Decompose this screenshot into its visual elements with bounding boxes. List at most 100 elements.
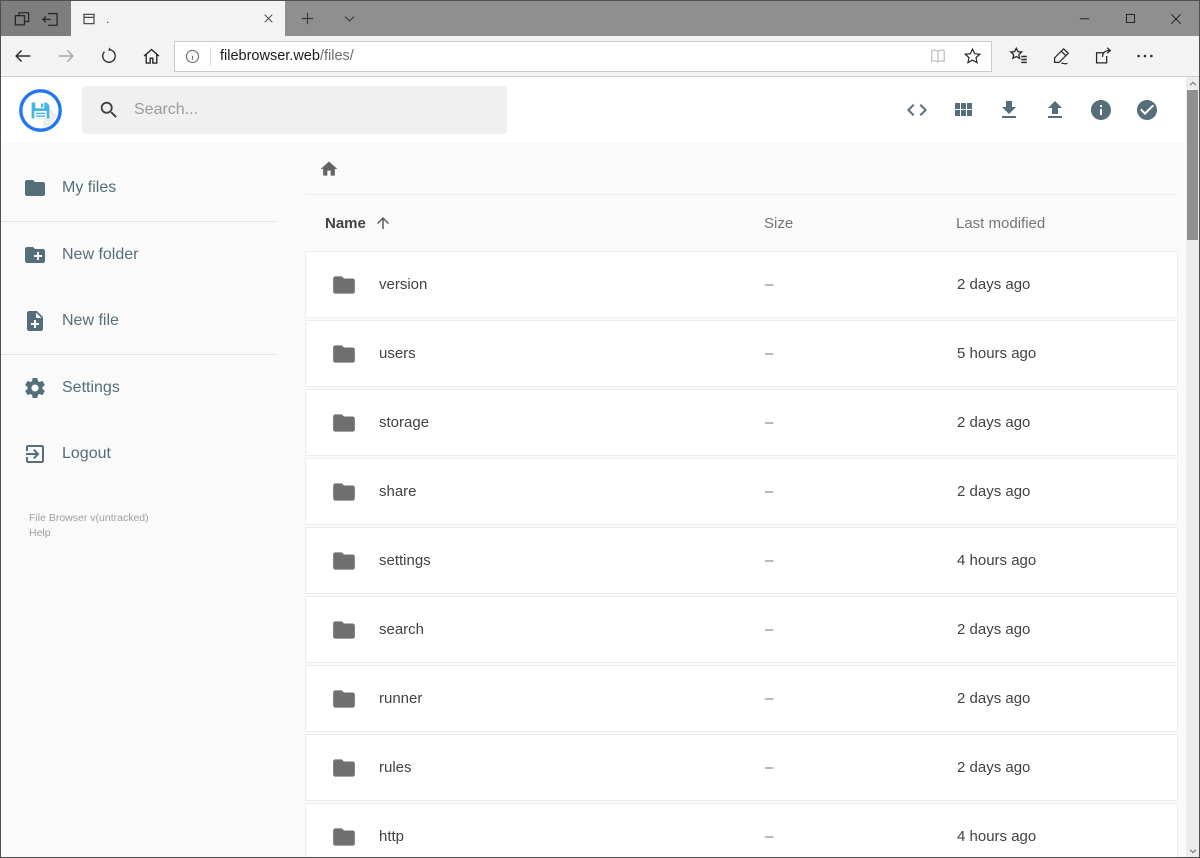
file-size: – <box>765 483 774 500</box>
file-name: search <box>379 621 425 638</box>
grid-view-button[interactable] <box>951 98 975 122</box>
info-button[interactable] <box>1089 98 1113 122</box>
folder-icon <box>333 758 355 777</box>
file-modified: 2 days ago <box>957 483 1031 500</box>
file-listing: Name Size Last modified version – 2 days… <box>305 143 1178 857</box>
web-note-pen-button[interactable] <box>1040 36 1082 77</box>
favorites-hub-button[interactable] <box>998 36 1040 77</box>
file-name: users <box>379 345 416 362</box>
search-input[interactable] <box>134 101 491 119</box>
site-info-icon[interactable] <box>175 46 211 66</box>
file-size: – <box>765 345 774 362</box>
new-folder-icon <box>25 247 45 263</box>
sidebar-item-new-folder[interactable]: New folder <box>1 222 277 288</box>
folder-icon <box>333 413 355 432</box>
file-size: – <box>765 621 774 638</box>
file-row[interactable]: version – 2 days ago <box>305 251 1178 318</box>
file-row[interactable]: http – 4 hours ago <box>305 803 1178 857</box>
column-header-size[interactable]: Size <box>764 215 956 232</box>
sidebar-item-logout[interactable]: Logout <box>1 421 277 487</box>
file-name: storage <box>379 414 430 431</box>
list-header: Name Size Last modified <box>305 195 1178 251</box>
sidebar-item-my-files[interactable]: My files <box>1 155 277 221</box>
breadcrumb-home-button[interactable] <box>319 159 339 179</box>
toolbar-right-actions <box>998 36 1166 77</box>
search-box[interactable] <box>82 86 507 134</box>
folder-icon <box>333 689 355 708</box>
file-modified: 2 days ago <box>957 759 1031 776</box>
sidebar-item-label: My files <box>62 179 117 196</box>
sidebar-item-label: New file <box>62 312 119 329</box>
header-actions <box>905 77 1159 143</box>
file-modified: 2 days ago <box>957 690 1031 707</box>
tab-list-chevron-button[interactable] <box>329 1 369 36</box>
file-row[interactable]: users – 5 hours ago <box>305 320 1178 387</box>
new-tab-button[interactable] <box>285 1 329 36</box>
file-name: settings <box>379 552 431 569</box>
file-modified: 2 days ago <box>957 276 1031 293</box>
tab-page-icon <box>81 11 97 27</box>
breadcrumb <box>305 143 1178 195</box>
folder-icon <box>333 827 355 846</box>
share-button[interactable] <box>1082 36 1124 77</box>
home-button[interactable] <box>130 36 173 77</box>
scrollbar-up-icon[interactable] <box>1186 77 1199 90</box>
url-bar[interactable]: filebrowser.web/files/ <box>174 40 992 72</box>
sidebar-item-new-file[interactable]: New file <box>1 288 277 354</box>
set-tabs-aside-button[interactable] <box>40 9 60 29</box>
scrollbar-thumb[interactable] <box>1187 90 1198 240</box>
file-row[interactable]: settings – 4 hours ago <box>305 527 1178 594</box>
sidebar-item-label: New folder <box>62 246 139 263</box>
page-scrollbar[interactable] <box>1186 77 1199 857</box>
tab-preview-button[interactable] <box>12 9 32 29</box>
sidebar-item-label: Settings <box>62 379 120 396</box>
scrollbar-down-icon[interactable] <box>1186 844 1199 857</box>
file-size: – <box>765 276 774 293</box>
sidebar-item-settings[interactable]: Settings <box>1 355 277 421</box>
folder-icon <box>333 482 355 501</box>
tab-close-icon[interactable] <box>262 12 275 25</box>
file-row[interactable]: search – 2 days ago <box>305 596 1178 663</box>
file-size: – <box>765 828 774 845</box>
help-link[interactable]: Help <box>29 526 277 541</box>
url-text[interactable]: filebrowser.web/files/ <box>211 48 923 64</box>
browser-tab[interactable]: . <box>71 1 285 36</box>
minimize-button[interactable] <box>1061 1 1107 36</box>
refresh-button[interactable] <box>87 36 130 77</box>
file-row[interactable]: rules – 2 days ago <box>305 734 1178 801</box>
select-multiple-button[interactable] <box>1135 98 1159 122</box>
close-window-button[interactable] <box>1153 1 1199 36</box>
code-view-button[interactable] <box>905 98 929 122</box>
reading-view-icon[interactable] <box>923 43 953 70</box>
file-name: rules <box>379 759 412 776</box>
file-row[interactable]: share – 2 days ago <box>305 458 1178 525</box>
maximize-button[interactable] <box>1107 1 1153 36</box>
url-domain: filebrowser.web <box>220 48 320 64</box>
file-modified: 4 hours ago <box>957 828 1037 845</box>
file-row[interactable]: runner – 2 days ago <box>305 665 1178 732</box>
app-version-text: File Browser v(untracked) <box>29 512 149 524</box>
download-button[interactable] <box>997 98 1021 122</box>
file-size: – <box>765 690 774 707</box>
file-modified: 5 hours ago <box>957 345 1037 362</box>
file-row[interactable]: storage – 2 days ago <box>305 389 1178 456</box>
window-controls <box>1061 1 1199 36</box>
sidebar-footer: File Browser v(untracked) Help <box>1 511 277 541</box>
sidebar-item-label: Logout <box>62 445 111 462</box>
column-header-name[interactable]: Name <box>305 214 764 232</box>
add-favorite-star-icon[interactable] <box>957 43 987 70</box>
settings-gear-icon <box>25 378 45 398</box>
column-header-modified[interactable]: Last modified <box>956 215 1178 232</box>
file-list: version – 2 days ago users – 5 hours ago… <box>305 251 1178 857</box>
forward-button[interactable] <box>44 36 87 77</box>
filebrowser-logo-icon[interactable] <box>18 88 63 133</box>
back-button[interactable] <box>1 36 44 77</box>
sidebar: My files New folder New file Settings Lo… <box>1 143 277 541</box>
logout-icon <box>26 445 44 463</box>
file-name: version <box>379 276 428 293</box>
upload-button[interactable] <box>1043 98 1067 122</box>
browser-window: . filebrowser.web/files/ Search... My fi… <box>0 0 1200 858</box>
folder-icon <box>333 275 355 294</box>
sort-ascending-icon <box>376 217 389 229</box>
more-options-button[interactable] <box>1124 36 1166 77</box>
